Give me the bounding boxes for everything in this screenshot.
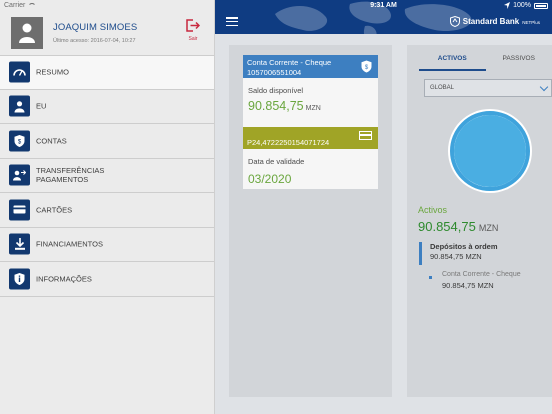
account-card[interactable]: Conta Corrente - Cheque 1057006551004 $ … bbox=[243, 55, 378, 138]
menu-label-resumo: RESUMO bbox=[36, 67, 69, 77]
transfer-icon bbox=[9, 164, 30, 186]
menu-item-financiamentos[interactable]: FINANCIAMENTOS bbox=[0, 228, 214, 262]
deposits-group-title: Depósitos à ordem bbox=[430, 242, 498, 251]
list-item[interactable]: Conta Corrente - Cheque 90.854,75 MZN bbox=[427, 271, 545, 290]
assets-donut-chart bbox=[448, 109, 532, 193]
main-content: 9:31 AM 100% Standard Bank NETPlus Conta… bbox=[215, 0, 552, 414]
card-number: P24,4722250154071724 bbox=[247, 138, 330, 147]
menu-item-contas[interactable]: $ CONTAS bbox=[0, 124, 214, 159]
validity-label: Data de validade bbox=[248, 157, 305, 166]
menu-label-cartoes: CARTÕES bbox=[36, 205, 73, 215]
balance-label: Saldo disponível bbox=[248, 86, 304, 95]
menu-item-transferencias[interactable]: TRANSFERÊNCIAS PAGAMENTOS bbox=[0, 159, 214, 193]
account-number: 1057006551004 bbox=[247, 68, 302, 77]
card-icon bbox=[359, 131, 372, 140]
location-arrow-icon bbox=[504, 2, 511, 9]
menu-item-informacoes[interactable]: INFORMAÇÕES bbox=[0, 262, 214, 297]
balance-amount: 90.854,75 MZN bbox=[248, 99, 373, 113]
hamburger-menu-button[interactable] bbox=[226, 17, 238, 26]
info-icon bbox=[9, 268, 30, 290]
summary-panel: ACTIVOS PASSIVOS GLOBAL Activos 90.854,7… bbox=[407, 45, 552, 397]
balance-value: 90.854,75 bbox=[248, 99, 304, 113]
main-menu: RESUMO EU $ CONTAS TRANSFERÊNCIAS PAGAME… bbox=[0, 55, 214, 297]
scope-select-value: GLOBAL bbox=[430, 85, 455, 91]
menu-item-resumo[interactable]: RESUMO bbox=[0, 55, 214, 90]
chevron-down-icon bbox=[539, 82, 549, 92]
scope-select[interactable]: GLOBAL bbox=[424, 79, 552, 97]
logout-icon bbox=[186, 19, 200, 32]
shield-icon: $ bbox=[361, 60, 372, 73]
status-time: 9:31 AM bbox=[370, 2, 397, 9]
card-header: P24,4722250154071724 bbox=[243, 127, 378, 149]
validity-value: 03/2020 bbox=[248, 172, 292, 186]
carrier-label: Carrier bbox=[4, 2, 26, 9]
top-bar: 9:31 AM 100% Standard Bank NETPlus bbox=[215, 0, 552, 34]
menu-label-contas: CONTAS bbox=[36, 136, 67, 146]
products-panel: Conta Corrente - Cheque 1057006551004 $ … bbox=[229, 45, 392, 397]
credit-card-tile[interactable]: P24,4722250154071724 Data de validade 03… bbox=[243, 127, 378, 189]
tab-passivos[interactable]: PASSIVOS bbox=[486, 53, 552, 71]
shield-icon: $ bbox=[9, 130, 30, 152]
brand-logo: Standard Bank NETPlus bbox=[449, 16, 540, 27]
status-bar-left: Carrier bbox=[4, 2, 37, 9]
battery-percent: 100% bbox=[513, 2, 531, 9]
menu-label-transferencias: TRANSFERÊNCIAS PAGAMENTOS bbox=[36, 166, 105, 185]
avatar bbox=[11, 17, 43, 49]
logout-label: Sair bbox=[188, 36, 198, 42]
summary-total-value: 90.854,75 bbox=[418, 219, 476, 234]
battery-icon bbox=[534, 2, 548, 9]
user-name: JOAQUIM SIMOES bbox=[53, 22, 138, 33]
menu-label-informacoes: INFORMAÇÕES bbox=[36, 274, 92, 284]
last-access-label: Último acesso: 2016-07-04, 10:27 bbox=[53, 38, 136, 44]
tab-activos[interactable]: ACTIVOS bbox=[419, 53, 486, 71]
navigation-drawer: Carrier JOAQUIM SIMOES Último acesso: 20… bbox=[0, 0, 215, 414]
balance-currency: MZN bbox=[305, 105, 321, 112]
summary-total-currency: MZN bbox=[478, 223, 499, 233]
shield-logo-icon bbox=[449, 16, 460, 27]
deposits-group[interactable]: Depósitos à ordem 90.854,75 MZN bbox=[419, 242, 544, 265]
account-card-body: Saldo disponível 90.854,75 MZN bbox=[243, 78, 378, 113]
list-item-amount: 90.854,75 MZN bbox=[442, 281, 494, 290]
card-body: Data de validade 03/2020 bbox=[243, 149, 378, 186]
bullet-marker bbox=[429, 276, 432, 279]
account-card-header: Conta Corrente - Cheque 1057006551004 $ bbox=[243, 55, 378, 78]
menu-item-eu[interactable]: EU bbox=[0, 90, 214, 124]
summary-total: 90.854,75 MZN bbox=[418, 219, 498, 234]
brand-sub: NETPlus bbox=[522, 20, 540, 25]
user-silhouette-icon bbox=[19, 23, 35, 43]
status-bar-right: 100% bbox=[504, 2, 548, 9]
list-item-name: Conta Corrente - Cheque bbox=[442, 271, 521, 278]
summary-title: Activos bbox=[418, 205, 448, 215]
logout-button[interactable]: Sair bbox=[185, 19, 201, 42]
account-type: Conta Corrente - Cheque bbox=[247, 58, 332, 67]
gauge-icon bbox=[9, 61, 30, 83]
card-icon bbox=[9, 199, 30, 221]
brand-name: Standard Bank bbox=[462, 17, 520, 26]
summary-tabs: ACTIVOS PASSIVOS bbox=[419, 53, 552, 71]
download-icon bbox=[9, 233, 30, 255]
user-profile: JOAQUIM SIMOES Último acesso: 2016-07-04… bbox=[0, 10, 214, 54]
deposits-group-amount: 90.854,75 MZN bbox=[430, 252, 482, 261]
menu-item-cartoes[interactable]: CARTÕES bbox=[0, 193, 214, 228]
menu-label-eu: EU bbox=[36, 101, 47, 111]
menu-label-financiamentos: FINANCIAMENTOS bbox=[36, 239, 103, 249]
donut-center bbox=[454, 115, 526, 187]
wifi-icon bbox=[28, 2, 37, 9]
person-icon bbox=[9, 95, 30, 117]
